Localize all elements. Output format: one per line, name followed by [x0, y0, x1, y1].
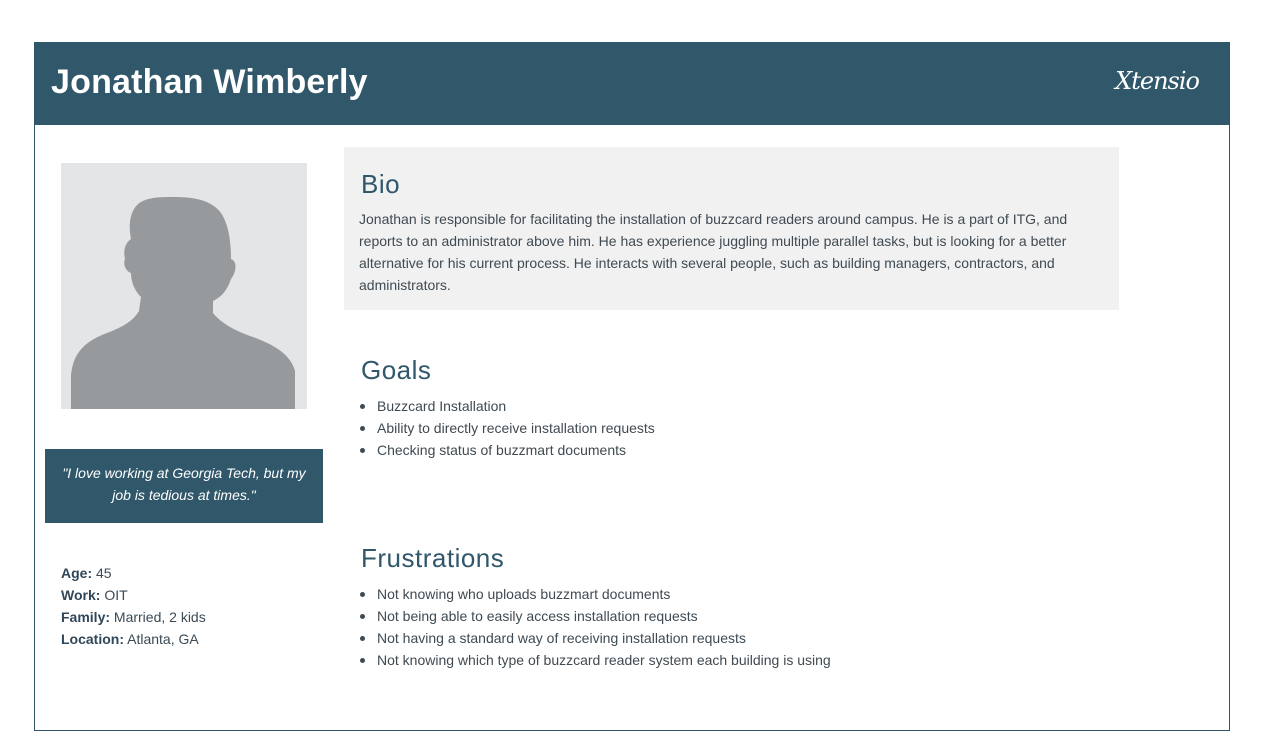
- fact-work: Work: OIT: [61, 584, 206, 606]
- goals-title: Goals: [361, 355, 432, 385]
- fact-location: Location: Atlanta, GA: [61, 628, 206, 650]
- fact-value: 45: [96, 565, 112, 581]
- list-item: Buzzcard Installation: [359, 395, 655, 417]
- goals-list: Buzzcard Installation Ability to directl…: [359, 395, 655, 461]
- fact-label: Family:: [61, 609, 111, 625]
- fact-family: Family: Married, 2 kids: [61, 606, 206, 628]
- avatar: [61, 163, 307, 409]
- list-item: Not knowing who uploads buzzmart documen…: [359, 583, 831, 605]
- fact-value: OIT: [104, 587, 128, 603]
- fact-label: Location:: [61, 631, 124, 647]
- bio-section: Bio Jonathan is responsible for facilita…: [344, 147, 1119, 310]
- list-item: Not knowing which type of buzzcard reade…: [359, 649, 831, 671]
- list-item: Checking status of buzzmart documents: [359, 439, 655, 461]
- list-item: Ability to directly receive installation…: [359, 417, 655, 439]
- brand-logo[interactable]: Xtensio: [1115, 67, 1200, 95]
- bio-text: Jonathan is responsible for facilitating…: [359, 211, 1068, 293]
- bio-title: Bio: [361, 169, 401, 199]
- fact-value: Atlanta, GA: [127, 631, 199, 647]
- list-item: Not being able to easily access installa…: [359, 605, 831, 627]
- persona-header: Jonathan Wimberly Xtensio: [35, 43, 1229, 125]
- persona-facts: Age: 45 Work: OIT Family: Married, 2 kid…: [61, 562, 206, 650]
- persona-card: Jonathan Wimberly Xtensio "I love workin…: [34, 42, 1230, 731]
- fact-value: Married, 2 kids: [113, 609, 206, 625]
- fact-label: Work:: [61, 587, 101, 603]
- frustrations-list: Not knowing who uploads buzzmart documen…: [359, 583, 831, 671]
- fact-age: Age: 45: [61, 562, 206, 584]
- person-silhouette-icon: [71, 197, 295, 409]
- persona-name: Jonathan Wimberly: [51, 63, 368, 101]
- persona-quote: "I love working at Georgia Tech, but my …: [45, 449, 323, 523]
- frustrations-title: Frustrations: [361, 543, 505, 573]
- fact-label: Age:: [61, 565, 93, 581]
- list-item: Not having a standard way of receiving i…: [359, 627, 831, 649]
